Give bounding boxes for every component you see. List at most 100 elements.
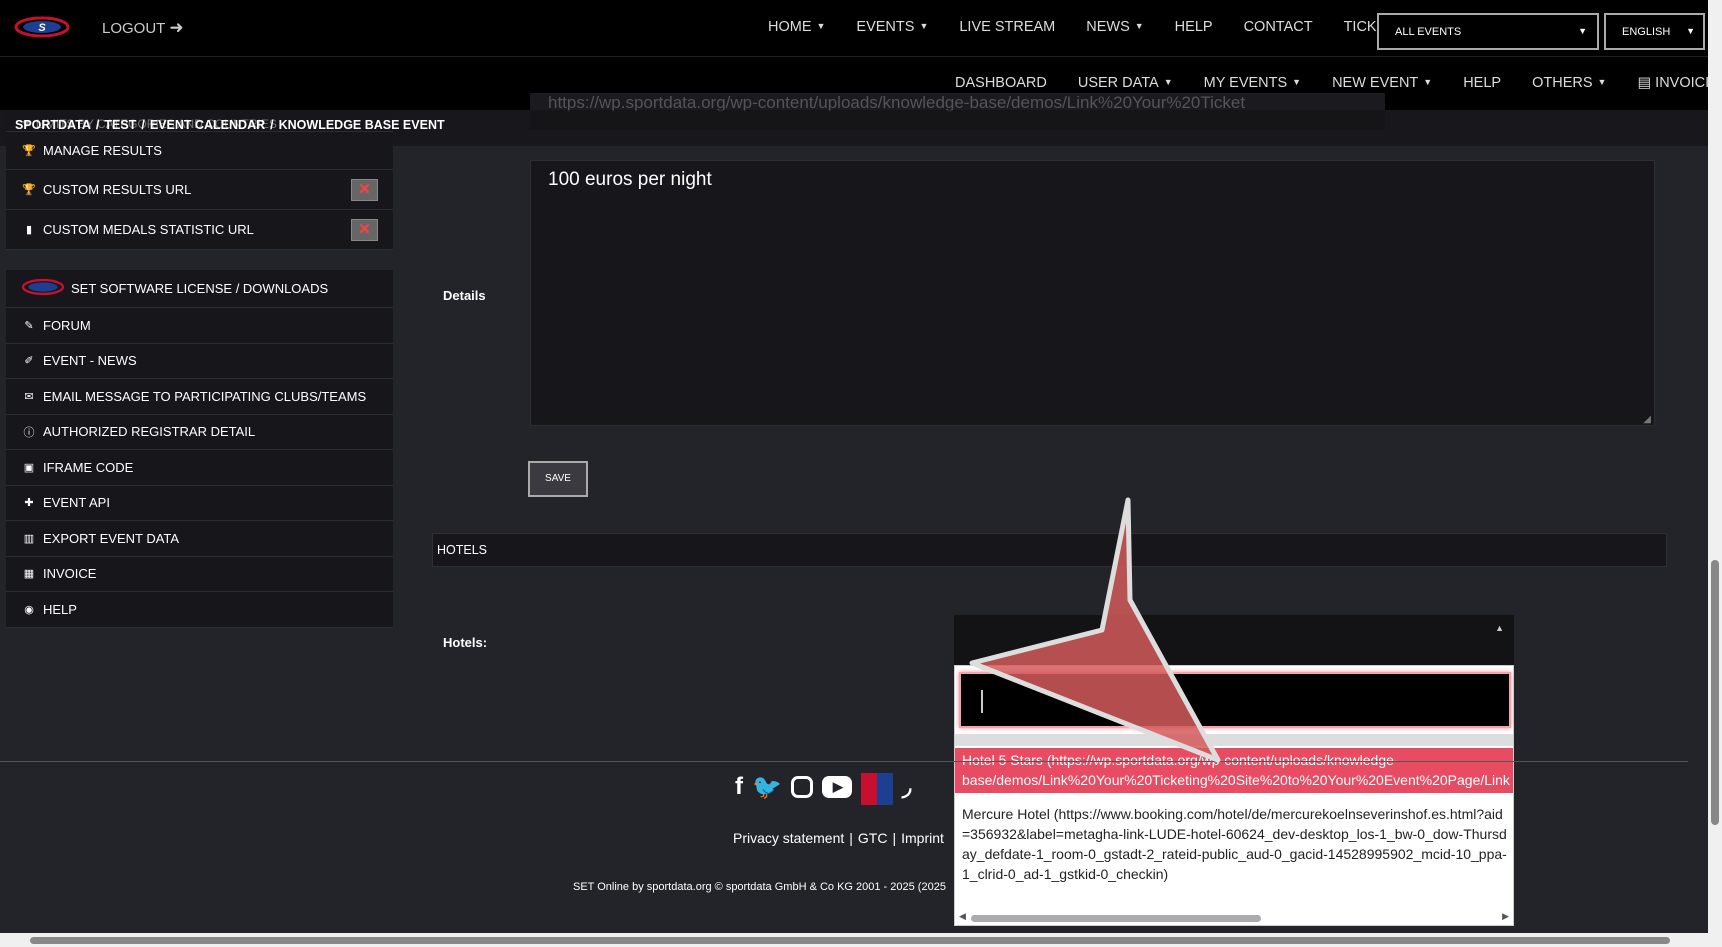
subnav-item-label: OTHERS [1532,75,1593,91]
sidebar-item-label: HELP [43,601,77,617]
caret-down-icon: ▼ [1292,77,1302,87]
sidebar-item-label: EVENT API [43,495,110,511]
export-icon: ▥ [23,532,35,545]
breadcrumb-item[interactable]: SPORTDATA [15,118,91,132]
social-links: f 🐦 ▶ ◞ [735,773,911,805]
sidebar-item-iframe-code[interactable]: ▣ IFRAME CODE [6,450,393,486]
sidebar-item-label: CUSTOM RESULTS URL [43,182,192,197]
sidebar-item-invoice[interactable]: ▦ INVOICE [6,557,393,592]
nav-item-live-stream[interactable]: LIVE STREAM [959,19,1055,35]
chevron-down-icon: ▼ [1578,26,1587,36]
sidebar-item-label: INVOICE [43,566,97,582]
subnav-item-label: MY EVENTS [1203,75,1288,91]
dropdown-search-input[interactable] [959,672,1511,728]
page-vertical-scrollbar[interactable] [1708,0,1722,947]
sportdata-icon[interactable] [860,773,893,805]
sidebar-item-manage-results[interactable]: 🏆 MANAGE RESULTS [6,132,393,170]
delete-url-button[interactable]: ✕ [351,219,378,241]
sidebar-item-forum[interactable]: ✎ FORUM [6,308,393,344]
sidebar-item-authorized-registrar-detail[interactable]: ⓘ AUTHORIZED REGISTRAR DETAIL [6,415,393,450]
caret-down-icon: ▼ [1134,21,1144,31]
news-icon: ✐ [24,355,34,368]
rss-icon[interactable]: ◞ [902,773,911,805]
subnav-item-new-event[interactable]: NEW EVENT ▼ [1332,75,1432,91]
nav-item-events[interactable]: EVENTS ▼ [856,19,928,35]
nav-item-help[interactable]: HELP [1175,19,1213,35]
language-select[interactable]: ENGLISH ▼ [1604,13,1705,50]
subnav-item-label: DASHBOARD [955,75,1047,91]
page-horizontal-scroll-thumb[interactable] [30,937,1670,944]
envelope-icon: ✉ [24,390,34,403]
dropdown-scroll-thumb[interactable] [971,915,1261,922]
footer-link[interactable]: GTC [858,830,888,846]
events-select[interactable]: ALL EVENTS ▼ [1377,13,1599,50]
forum-icon: ✎ [24,319,34,332]
sidebar-item-custom-results-url[interactable]: 🏆 CUSTOM RESULTS URL ✕ [6,170,393,210]
twitter-icon[interactable]: 🐦 [752,773,782,805]
sidebar-item-label: MANAGE RESULTS [43,143,162,158]
page-vertical-scroll-thumb[interactable] [1711,560,1719,825]
resize-handle-icon: ◢ [1643,414,1651,425]
sidebar-item-set-software-license-downloads[interactable]: SET SOFTWARE LICENSE / DOWNLOADS [6,270,393,308]
logout-label: LOGOUT [102,19,166,37]
sidebar-item-event-news[interactable]: ✐ EVENT - NEWS [6,344,393,379]
language-select-value: ENGLISH [1622,26,1671,38]
subnav-item-label: NEW EVENT [1332,75,1419,91]
logout-link[interactable]: LOGOUT ➜ [102,18,184,38]
dropdown-option-hotel-5-stars[interactable]: Hotel 5 Stars (https://wp.sportdata.org/… [955,748,1513,793]
chevron-up-icon: ▲ [1495,623,1504,633]
subnav-item-others[interactable]: OTHERS ▼ [1532,75,1606,91]
nav-item-label: NEWS [1086,19,1130,35]
sidebar-item-event-api[interactable]: ✚ EVENT API [6,486,393,521]
nav-item-home[interactable]: HOME ▼ [768,19,825,35]
dropdown-horizontal-scrollbar[interactable]: ◀ ▶ [959,911,1509,923]
hotels-label: Hotels: [443,635,488,650]
subnav-item-user-data[interactable]: USER DATA ▼ [1078,75,1173,91]
subnav-item-help[interactable]: HELP [1463,75,1501,91]
dropdown-option-mercure-hotel[interactable]: Mercure Hotel (https://www.booking.com/h… [955,804,1513,914]
breadcrumb-separator: / [95,118,100,132]
nav-item-news[interactable]: NEWS ▼ [1086,19,1143,35]
footer-link[interactable]: Imprint [901,830,944,846]
scroll-right-icon[interactable]: ▶ [1502,911,1509,922]
hotels-select[interactable]: ▲ [954,615,1514,665]
delete-url-button[interactable]: ✕ [351,179,378,201]
breadcrumb-item[interactable]: EVENT CALENDAR [150,118,265,132]
details-textarea[interactable]: 100 euros per night ◢ [530,160,1655,426]
facebook-icon[interactable]: f [735,773,743,805]
sportdata-logo[interactable]: S [14,14,70,40]
info-icon: ⓘ [23,426,35,439]
subnav-item-my-events[interactable]: MY EVENTS ▼ [1204,75,1301,91]
nav-item-contact[interactable]: CONTACT [1244,19,1313,35]
breadcrumb-item[interactable]: TEST [104,118,136,132]
sidebar-item-export-event-data[interactable]: ▥ EXPORT EVENT DATA [6,521,393,557]
sidebar-item-custom-medals-statistic-url[interactable]: ▮ CUSTOM MEDALS STATISTIC URL ✕ [6,210,393,250]
id-card-icon: ▤ [1637,75,1656,91]
sidebar-item-label: EMAIL MESSAGE TO PARTICIPATING CLUBS/TEA… [43,388,367,404]
sidebar-item-help[interactable]: ◉ HELP [6,592,393,628]
set-logo-icon [20,277,66,300]
youtube-icon[interactable]: ▶ [821,776,852,798]
caret-down-icon: ▼ [816,21,826,31]
sidebar-item-email-message-to-participating-clubs-teams[interactable]: ✉ EMAIL MESSAGE TO PARTICIPATING CLUBS/TE… [6,379,393,415]
details-value: 100 euros per night [548,169,712,190]
subnav-item-dashboard[interactable]: DASHBOARD [955,75,1047,91]
sidebar-item-label: IFRAME CODE [43,459,134,475]
footer-link[interactable]: Privacy statement [733,830,844,846]
caret-down-icon: ▼ [1423,77,1433,87]
help-globe-icon: ◉ [24,603,34,616]
close-icon: ✕ [358,221,371,238]
logout-icon: ➜ [169,18,184,37]
scroll-left-icon[interactable]: ◀ [959,911,966,922]
details-label: Details [443,288,486,303]
breadcrumb-separator: / [270,118,274,132]
breadcrumb: SPORTDATA / TEST / EVENT CALENDAR / KNOWLEDGE … [15,118,450,132]
save-button[interactable]: SAVE [528,461,588,497]
footer-link-separator: | [849,830,853,846]
page-horizontal-scrollbar[interactable] [0,933,1708,947]
footer-links: Privacy statement | GTC | Imprint [733,830,949,846]
instagram-icon[interactable] [790,776,813,798]
sidebar: ▼ LIMITS BY CATEGORIES AND COUNTRIES 🏆 MA… [6,110,393,628]
footer-link-separator: | [892,830,897,846]
sidebar-item-label: FORUM [43,317,91,333]
